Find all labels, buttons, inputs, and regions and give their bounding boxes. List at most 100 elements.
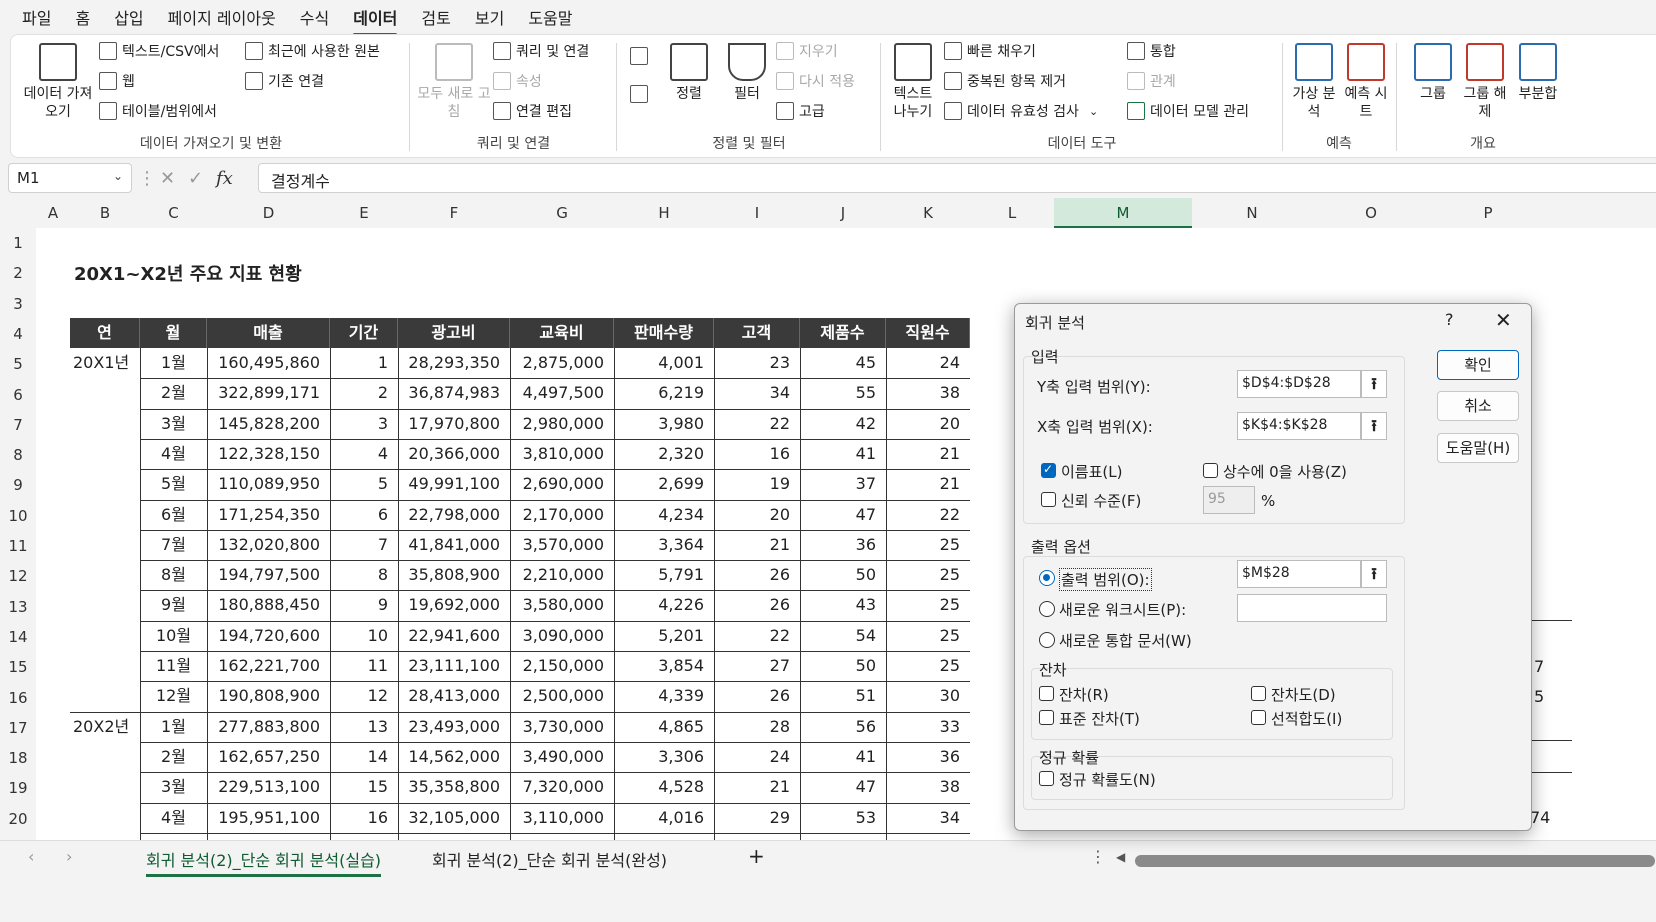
std-residuals-checkbox[interactable] — [1039, 710, 1054, 725]
table-cell[interactable]: 2,980,000 — [510, 409, 604, 439]
table-cell[interactable]: 4,226 — [614, 590, 704, 620]
table-cell[interactable]: 2,699 — [614, 469, 704, 499]
table-cell[interactable]: 53 — [800, 803, 876, 833]
row-header-3[interactable]: 3 — [0, 288, 36, 319]
function-icon[interactable]: fx — [216, 168, 233, 189]
column-header-f[interactable]: F — [398, 198, 510, 228]
table-cell[interactable]: 9 — [330, 590, 388, 620]
horizontal-scrollbar[interactable] — [1135, 855, 1655, 867]
row-header-8[interactable]: 8 — [0, 440, 36, 471]
table-cell[interactable]: 2 — [330, 378, 388, 408]
column-header-b[interactable]: B — [70, 198, 140, 228]
menu-help[interactable]: 도움말 — [528, 1, 572, 33]
table-header-cell[interactable]: 직원수 — [886, 318, 970, 348]
subtotal-button[interactable]: 부분합 — [1512, 43, 1564, 103]
table-cell[interactable]: 50 — [800, 651, 876, 681]
sheet-tab-practice[interactable]: 회귀 분석(2)_단순 회귀 분석(실습) — [146, 847, 382, 877]
scroll-left-icon[interactable]: ◀ — [1116, 850, 1125, 864]
table-cell[interactable]: 22,798,000 — [398, 500, 500, 530]
table-cell[interactable]: 21 — [886, 439, 960, 469]
table-cell[interactable]: 50 — [800, 560, 876, 590]
table-cell[interactable]: 28 — [714, 712, 790, 742]
table-cell[interactable]: 41 — [800, 439, 876, 469]
row-header-10[interactable]: 10 — [0, 500, 36, 531]
table-cell[interactable]: 3,306 — [614, 742, 704, 772]
table-cell[interactable]: 194,797,500 — [207, 560, 320, 590]
table-cell[interactable]: 20,366,000 — [398, 439, 500, 469]
advanced-filter-button[interactable]: 고급 — [776, 101, 825, 121]
table-cell[interactable]: 21 — [886, 469, 960, 499]
table-cell[interactable]: 25 — [886, 651, 960, 681]
filter-button[interactable]: 필터 — [722, 43, 772, 103]
table-cell[interactable]: 171,254,350 — [207, 500, 320, 530]
column-header-g[interactable]: G — [510, 198, 614, 228]
menu-file[interactable]: 파일 — [22, 1, 51, 33]
text-csv-button[interactable]: 텍스트/CSV에서 — [99, 41, 219, 61]
table-cell[interactable]: 47 — [800, 500, 876, 530]
table-cell[interactable]: 35,808,900 — [398, 560, 500, 590]
table-cell[interactable]: 3,854 — [614, 651, 704, 681]
close-icon[interactable]: ✕ — [1495, 308, 1512, 332]
table-cell[interactable]: 2,875,000 — [510, 348, 604, 378]
table-cell[interactable]: 35,358,800 — [398, 772, 500, 802]
table-cell[interactable]: 6 — [330, 500, 388, 530]
table-cell[interactable]: 7월 — [140, 530, 207, 560]
table-cell[interactable]: 4,016 — [614, 803, 704, 833]
table-cell[interactable]: 22 — [714, 409, 790, 439]
table-header-cell[interactable]: 연 — [70, 318, 140, 348]
row-header-15[interactable]: 15 — [0, 652, 36, 683]
menu-home[interactable]: 홈 — [75, 1, 90, 33]
table-cell[interactable]: 3 — [330, 409, 388, 439]
refresh-all-button[interactable]: 모두 새로 고침 — [417, 43, 491, 121]
cancel-icon[interactable]: ✕ — [160, 168, 175, 189]
table-cell[interactable]: 3,580,000 — [510, 590, 604, 620]
table-cell[interactable]: 36 — [886, 742, 960, 772]
table-cell[interactable]: 14,562,000 — [398, 742, 500, 772]
properties-button[interactable]: 속성 — [493, 71, 542, 91]
table-header-cell[interactable]: 기간 — [330, 318, 398, 348]
table-cell[interactable]: 19 — [714, 469, 790, 499]
reapply-button[interactable]: 다시 적용 — [776, 71, 855, 91]
residual-plots-checkbox[interactable] — [1251, 686, 1266, 701]
table-cell[interactable]: 54 — [800, 621, 876, 651]
forecast-sheet-button[interactable]: 예측 시트 — [1342, 43, 1390, 121]
line-fit-checkbox[interactable] — [1251, 710, 1266, 725]
table-cell[interactable]: 26 — [714, 590, 790, 620]
table-cell[interactable]: 190,808,900 — [207, 681, 320, 711]
table-cell[interactable]: 24 — [886, 348, 960, 378]
table-cell[interactable]: 23,493,000 — [398, 712, 500, 742]
table-cell[interactable]: 3,980 — [614, 409, 704, 439]
table-cell[interactable]: 6,219 — [614, 378, 704, 408]
table-cell[interactable]: 23 — [714, 348, 790, 378]
x-range-input[interactable]: $K$4:$K$28 — [1237, 412, 1361, 440]
table-cell[interactable]: 38 — [886, 772, 960, 802]
table-cell[interactable]: 3,810,000 — [510, 439, 604, 469]
queries-connections-button[interactable]: 쿼리 및 연결 — [493, 41, 589, 61]
row-header-5[interactable]: 5 — [0, 349, 36, 380]
output-range-input[interactable]: $M$28 — [1237, 560, 1361, 588]
table-cell[interactable]: 28,413,000 — [398, 681, 500, 711]
table-cell[interactable]: 3,364 — [614, 530, 704, 560]
remove-duplicates-button[interactable]: 중복된 항목 제거 — [944, 71, 1066, 91]
table-cell[interactable]: 7 — [330, 530, 388, 560]
table-cell[interactable]: 12월 — [140, 681, 207, 711]
table-cell[interactable]: 25 — [886, 560, 960, 590]
row-header-2[interactable]: 2 — [0, 258, 36, 289]
table-cell[interactable]: 43 — [800, 590, 876, 620]
existing-connections-button[interactable]: 기존 연결 — [245, 71, 324, 91]
menu-view[interactable]: 보기 — [475, 1, 504, 33]
table-cell[interactable]: 5월 — [140, 469, 207, 499]
row-header-12[interactable]: 12 — [0, 561, 36, 592]
table-cell[interactable]: 3,490,000 — [510, 742, 604, 772]
row-header-14[interactable]: 14 — [0, 621, 36, 653]
menu-review[interactable]: 검토 — [421, 1, 450, 33]
confidence-input[interactable]: 95 — [1203, 486, 1255, 514]
table-cell[interactable]: 45 — [800, 348, 876, 378]
y-range-input[interactable]: $D$4:$D$28 — [1237, 370, 1361, 398]
table-cell[interactable]: 194,720,600 — [207, 621, 320, 651]
table-cell[interactable]: 2월 — [140, 378, 207, 408]
row-header-17[interactable]: 17 — [0, 712, 36, 744]
table-cell[interactable]: 10 — [330, 621, 388, 651]
chevron-right-icon[interactable]: › — [66, 847, 72, 866]
table-cell[interactable]: 162,221,700 — [207, 651, 320, 681]
